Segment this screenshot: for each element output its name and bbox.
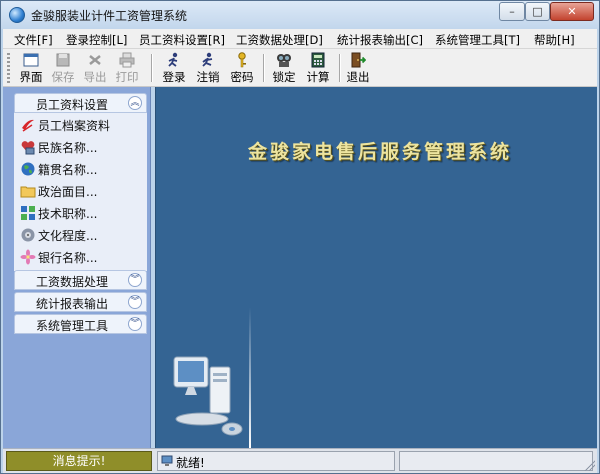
sidebar-group-report-output[interactable]: 统计报表输出 ︾: [14, 292, 147, 312]
title-bar[interactable]: 金骏服装业计件工资管理系统 – □ ✕: [1, 1, 599, 29]
toolbar-separator: [339, 54, 341, 82]
menu-login-control[interactable]: 登录控制[L]: [66, 32, 127, 48]
save-icon: [56, 53, 70, 67]
main-banner-title: 金骏家电售后服务管理系统: [248, 141, 513, 163]
globe-icon: [21, 162, 35, 176]
sidebar: 员工资料设置 ︽ 员工档案资料 民族名称... 籍贯名称... 政治面目...: [3, 87, 151, 448]
login-icon: [168, 52, 178, 67]
status-text: 就绪!: [176, 456, 205, 470]
status-panel: 就绪!: [157, 451, 395, 471]
sidebar-item-employee-records[interactable]: 员工档案资料: [18, 115, 144, 135]
toolbar-print-button[interactable]: 打印: [111, 51, 143, 85]
toolbar-grip[interactable]: [7, 53, 10, 83]
toolbar-window-button[interactable]: 界面: [15, 51, 47, 85]
toolbar-exit-button[interactable]: 退出: [342, 51, 374, 85]
resize-grip[interactable]: [583, 459, 595, 471]
sidebar-item-bank-name[interactable]: 银行名称...: [18, 247, 144, 267]
toolbar-password-button[interactable]: 密码: [226, 51, 258, 85]
toolbar-lock-button[interactable]: 锁定: [268, 51, 300, 85]
app-window: 金骏服装业计件工资管理系统 – □ ✕ 文件[F] 登录控制[L] 员工资料设置…: [0, 0, 600, 474]
menu-employee-settings[interactable]: 员工资料设置[R]: [139, 32, 225, 48]
sidebar-item-technical-title[interactable]: 技术职称...: [18, 203, 144, 223]
menu-system-tools[interactable]: 系统管理工具[T]: [435, 32, 520, 48]
toolbar-separator: [263, 54, 265, 82]
calculator-icon: [311, 52, 325, 68]
education-icon: [21, 228, 35, 242]
minimize-button[interactable]: –: [499, 2, 525, 21]
folder-icon: [20, 186, 36, 198]
toolbar-separator: [151, 54, 153, 82]
exit-icon: [351, 52, 366, 68]
menu-help[interactable]: 帮助[H]: [534, 32, 575, 48]
sidebar-group-employee-settings[interactable]: 员工资料设置 ︽: [14, 93, 147, 113]
sidebar-group-salary-data[interactable]: 工资数据处理 ︾: [14, 270, 147, 290]
sidebar-item-education-level[interactable]: 文化程度...: [18, 225, 144, 245]
main-workspace: 金骏家电售后服务管理系统: [155, 87, 597, 448]
key-icon: [238, 52, 246, 68]
chevron-down-icon[interactable]: ︾: [128, 273, 142, 287]
chevron-down-icon[interactable]: ︾: [128, 295, 142, 309]
app-logo-icon: [9, 7, 25, 23]
close-button[interactable]: ✕: [550, 2, 594, 21]
chevron-up-icon[interactable]: ︽: [128, 96, 142, 110]
decorative-line: [249, 307, 251, 448]
menu-file[interactable]: 文件[F]: [14, 32, 53, 48]
lock-icon: [277, 54, 291, 67]
sidebar-group-system-tools[interactable]: 系统管理工具 ︾: [14, 314, 147, 334]
window-icon: [23, 53, 39, 67]
chevron-down-icon[interactable]: ︾: [128, 317, 142, 331]
sidebar-item-native-place[interactable]: 籍贯名称...: [18, 159, 144, 179]
window-title: 金骏服装业计件工资管理系统: [31, 9, 188, 23]
message-hint-panel[interactable]: 消息提示!: [6, 451, 152, 471]
toolbar-export-button[interactable]: 导出: [79, 51, 111, 85]
export-icon: [89, 55, 101, 65]
logout-icon: [202, 52, 213, 67]
toolbar-login-button[interactable]: 登录: [158, 51, 190, 85]
toolbar-logout-button[interactable]: 注销: [192, 51, 224, 85]
sidebar-item-ethnicity[interactable]: 民族名称...: [18, 137, 144, 157]
sidebar-item-political-status[interactable]: 政治面目...: [18, 181, 144, 201]
sidebar-group-employee-settings-body: 员工档案资料 民族名称... 籍贯名称... 政治面目... 技术职称... 文…: [14, 113, 147, 271]
menu-report-output[interactable]: 统计报表输出[C]: [337, 32, 423, 48]
monitor-icon: [161, 455, 173, 466]
status-panel-secondary: [399, 451, 593, 471]
toolbar-calculate-button[interactable]: 计算: [302, 51, 334, 85]
bank-icon: [20, 249, 36, 265]
maximize-button[interactable]: □: [525, 2, 550, 21]
toolbar: 界面 保存 导出 打印 登录 注销 密码 锁定 计算 退出: [3, 49, 597, 87]
toolbar-save-button[interactable]: 保存: [47, 51, 79, 85]
tech-title-icon: [21, 206, 35, 220]
status-bar: 消息提示! 就绪!: [3, 448, 597, 473]
ethnicity-icon: [21, 141, 35, 155]
computer-illustration: [173, 356, 243, 436]
print-icon: [119, 52, 135, 68]
menu-salary-data[interactable]: 工资数据处理[D]: [236, 32, 323, 48]
employee-record-icon: [22, 119, 34, 132]
menu-bar: 文件[F] 登录控制[L] 员工资料设置[R] 工资数据处理[D] 统计报表输出…: [3, 29, 597, 49]
